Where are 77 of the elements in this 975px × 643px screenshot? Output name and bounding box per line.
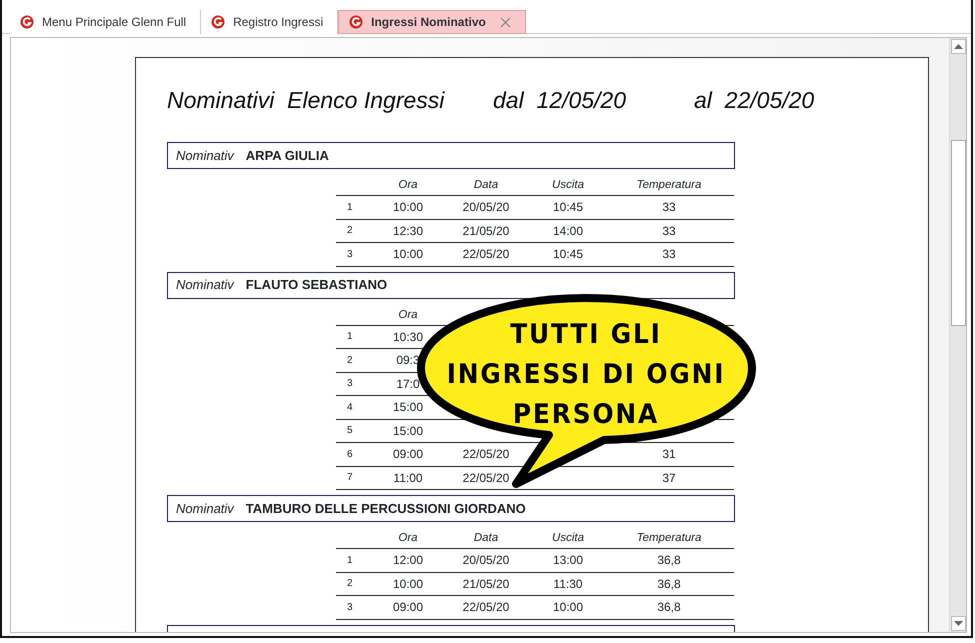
- table-cell: 33: [662, 224, 676, 238]
- row-number: 3: [347, 602, 353, 613]
- row-number: 2: [347, 578, 353, 590]
- column-header: Temperatura: [636, 179, 702, 192]
- table-cell: 10:45: [552, 247, 584, 262]
- column-header: Uscita: [552, 179, 584, 192]
- tab[interactable]: Ingressi Nominativo: [338, 10, 526, 34]
- field-label: Nominativ: [176, 276, 234, 294]
- row-number: 3: [347, 378, 353, 390]
- column-header: Data: [474, 179, 498, 192]
- person-name: ARPA GIULIA: [246, 146, 329, 165]
- row-number: 5: [347, 425, 353, 436]
- row-number: 7: [347, 472, 353, 484]
- table-cell: 12:30: [392, 224, 424, 238]
- table-cell: 36,8: [657, 576, 681, 591]
- row-number: 6: [347, 448, 353, 460]
- table-cell: 10:45: [552, 200, 584, 214]
- date-from: dal 12/05/20: [493, 86, 628, 115]
- table-cell: 15:00: [392, 400, 424, 414]
- column-header: Data: [474, 532, 498, 544]
- table-cell: 11:30: [553, 576, 583, 591]
- date-to: al 22/05/20: [694, 86, 814, 115]
- report-title: Nominativi Elenco Ingressi: [167, 86, 446, 115]
- table-cell: 21/05/20: [462, 224, 510, 238]
- table-cell: 10:00: [392, 200, 424, 214]
- table-cell: 09:00: [392, 600, 424, 614]
- field-label: Nominativ: [176, 146, 234, 165]
- tab[interactable]: Registro Ingressi: [201, 10, 338, 34]
- scrollbar-thumb[interactable]: [951, 140, 966, 326]
- table-cell: 20/05/20: [462, 553, 510, 568]
- table-cell: 22/05/20: [462, 247, 510, 262]
- close-icon[interactable]: [500, 14, 511, 30]
- table-cell: 21/05/20: [462, 576, 510, 591]
- column-header: Ora: [398, 532, 418, 544]
- scroll-up-icon[interactable]: [951, 39, 966, 54]
- table-cell: 22/05/20: [462, 600, 510, 614]
- app-logo-icon: [211, 15, 226, 29]
- table-cell: 33: [662, 200, 676, 214]
- table-cell: 20/05/20: [462, 200, 510, 214]
- table-cell: 31: [662, 447, 676, 462]
- table-cell: 09:00: [392, 447, 424, 462]
- person-name: FLAUTO SEBASTIANO: [246, 276, 388, 294]
- app-logo-icon: [349, 15, 364, 29]
- table-cell: 22/05/20: [462, 470, 510, 485]
- row-number: 4: [347, 402, 353, 413]
- table-cell: 10:00: [392, 247, 424, 262]
- column-header: Uscita: [552, 532, 584, 544]
- row-number: 2: [347, 225, 353, 236]
- table-cell: 15:00: [392, 424, 424, 438]
- table-cell: 22/05/20: [462, 447, 510, 462]
- app-logo-icon: [20, 15, 34, 29]
- table-cell: 17:0: [396, 376, 420, 391]
- row-number: 1: [347, 202, 353, 213]
- scroll-down-icon[interactable]: [951, 616, 966, 631]
- table-cell: 10:00: [552, 600, 584, 614]
- callout-text: TUTTI GLI INGRESSI DI OGNI PERSONA: [446, 318, 726, 432]
- row-number: 2: [347, 354, 353, 366]
- table-cell: 14:00: [552, 224, 584, 238]
- table-cell: 10:00: [392, 576, 424, 591]
- row-number: 3: [347, 248, 353, 260]
- vertical-scrollbar[interactable]: [949, 38, 966, 632]
- table-cell: 13:00: [552, 553, 584, 568]
- column-header: Ora: [398, 179, 418, 192]
- field-label: Nominativ: [176, 500, 234, 518]
- tab[interactable]: Menu Principale Glenn Full: [10, 10, 202, 34]
- row-number: 1: [347, 554, 353, 566]
- table-cell: 36,8: [657, 553, 681, 568]
- table-cell: 11:00: [393, 470, 423, 485]
- table-cell: 33: [662, 247, 676, 262]
- column-header: Ora: [398, 308, 418, 321]
- table-cell: 37: [662, 470, 676, 485]
- table-cell: 36,8: [657, 600, 681, 614]
- column-header: Temperatura: [636, 532, 702, 544]
- table-cell: 10:30: [392, 330, 424, 344]
- row-number: 1: [347, 331, 353, 342]
- person-name: TAMBURO DELLE PERCUSSIONI GIORDANO: [246, 500, 526, 518]
- table-cell: 12:00: [392, 553, 424, 568]
